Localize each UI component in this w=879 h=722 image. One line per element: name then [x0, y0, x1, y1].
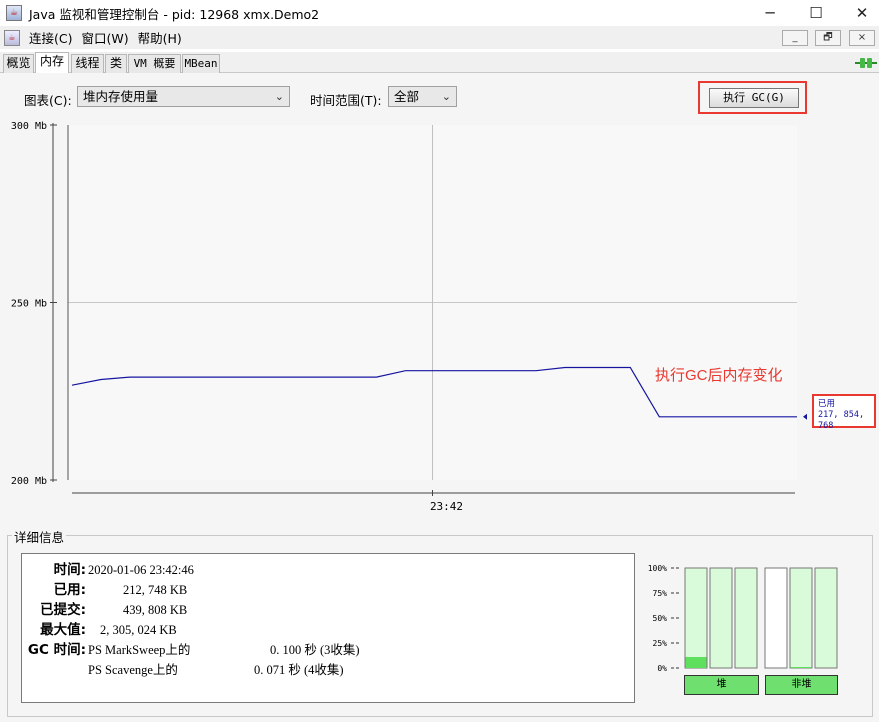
- chart-select-label: 图表(C):: [24, 93, 72, 108]
- menu-window[interactable]: 窗口(W): [81, 28, 128, 47]
- perform-gc-button[interactable]: 执行 GC(G): [709, 88, 799, 108]
- chart-select-value: 堆内存使用量: [83, 89, 159, 104]
- detail-value: 212, 748 KB: [123, 583, 188, 597]
- x-tick-label: 23:42: [430, 500, 463, 513]
- minimize-button[interactable]: ─: [747, 0, 793, 26]
- detail-label: 已提交:: [40, 602, 86, 618]
- gc-annotation: 执行GC后内存变化: [655, 367, 783, 384]
- detail-value: PS Scavenge上的: [88, 663, 178, 677]
- used-value-tag: 已用 217, 854, 768: [812, 394, 876, 431]
- memory-pool-bars: 100% 75% 50% 25% 0%: [648, 564, 838, 673]
- heap-pool-bar-fill: [685, 657, 707, 668]
- heap-pool-label[interactable]: 堆: [684, 675, 759, 695]
- detail-row-time: 时间: 2020-01-06 23:42:46: [22, 560, 636, 580]
- pool-tick-label: 50%: [653, 614, 668, 623]
- pool-tick-label: 100%: [648, 564, 667, 573]
- heap-pool-bar: [734, 567, 758, 669]
- menu-connect[interactable]: 连接(C): [29, 28, 72, 47]
- inner-close-button[interactable]: ×: [849, 30, 875, 46]
- detail-label: 已用:: [53, 582, 86, 598]
- inner-restore-button[interactable]: 🗗: [815, 30, 841, 46]
- detail-value-gc: 0. 100 秒 (3收集): [270, 643, 360, 657]
- pool-tick-label: 0%: [657, 664, 667, 673]
- detail-row-max: 最大值: 2, 305, 024 KB: [22, 620, 636, 640]
- used-tag-label: 已用: [818, 399, 836, 409]
- close-button[interactable]: ✕: [839, 0, 879, 26]
- menu-help[interactable]: 帮助(H): [138, 28, 182, 47]
- nonheap-pool-bar-fill: [790, 667, 812, 668]
- chevron-down-icon: ⌄: [441, 90, 451, 103]
- tab-classes[interactable]: 类: [105, 54, 127, 73]
- current-value-marker: [803, 413, 807, 420]
- y-tick-label: 200 Mb: [11, 476, 47, 487]
- pool-tick-label: 75%: [653, 589, 668, 598]
- inner-minimize-button[interactable]: _: [782, 30, 808, 46]
- detail-value: 439, 808 KB: [123, 603, 188, 617]
- tab-threads[interactable]: 线程: [71, 54, 104, 73]
- detail-row-committed: 已提交: 439, 808 KB: [22, 600, 636, 620]
- chart-select[interactable]: 堆内存使用量 ⌄: [77, 86, 290, 107]
- window-title: Java 监视和管理控制台 - pid: 12968 xmx.Demo2: [29, 6, 320, 22]
- tab-vm-summary[interactable]: VM 概要: [128, 54, 181, 73]
- nonheap-pool-label[interactable]: 非堆: [765, 675, 838, 695]
- heap-pool-bar: [709, 567, 733, 669]
- tab-memory[interactable]: 内存: [35, 52, 69, 74]
- used-tag-value: 217, 854, 768: [818, 410, 865, 431]
- tab-mbean[interactable]: MBean: [182, 54, 220, 73]
- detail-label: GC 时间:: [27, 642, 86, 658]
- time-range-value: 全部: [394, 89, 420, 104]
- detail-label: 时间:: [53, 562, 86, 578]
- maximize-button[interactable]: ☐: [793, 0, 839, 26]
- y-tick-label: 300 Mb: [11, 121, 47, 132]
- nonheap-pool-bar: [814, 567, 838, 669]
- detail-value: 2020-01-06 23:42:46: [88, 563, 194, 577]
- nonheap-pool-bar: [789, 567, 813, 669]
- detail-value: PS MarkSweep上的: [88, 643, 191, 657]
- heap-usage-chart: 300 Mb 250 Mb 200 Mb 23:42: [11, 121, 807, 513]
- nonheap-pool-bar: [764, 567, 788, 669]
- java-frame-icon: ☕: [4, 29, 20, 46]
- details-box: 时间: 2020-01-06 23:42:46 已用: 212, 748 KB …: [21, 553, 635, 703]
- detail-row-gc-scavenge: PS Scavenge上的 0. 071 秒 (4收集): [22, 660, 636, 680]
- tab-strip: 概览 内存 线程 类 VM 概要 MBean: [0, 52, 879, 74]
- detail-row-used: 已用: 212, 748 KB: [22, 580, 636, 600]
- menu-bar: ☕ 连接(C) 窗口(W) 帮助(H): [0, 26, 879, 49]
- heap-pool-bar: [684, 567, 708, 669]
- java-app-icon: ☕: [6, 5, 22, 21]
- detail-value: 2, 305, 024 KB: [100, 623, 177, 637]
- time-range-select[interactable]: 全部 ⌄: [388, 86, 457, 107]
- pool-tick-label: 25%: [653, 639, 668, 648]
- detail-row-gc-marksweep: GC 时间: PS MarkSweep上的 0. 100 秒 (3收集): [22, 640, 636, 660]
- chevron-down-icon: ⌄: [274, 90, 284, 103]
- detail-label: 最大值:: [40, 622, 86, 638]
- detail-value-gc: 0. 071 秒 (4收集): [254, 663, 344, 677]
- tab-overview[interactable]: 概览: [3, 54, 34, 73]
- time-range-label: 时间范围(T):: [310, 93, 382, 108]
- details-title: 详细信息: [12, 527, 67, 546]
- connection-plug-icon: [855, 58, 877, 68]
- y-tick-label: 250 Mb: [11, 299, 47, 310]
